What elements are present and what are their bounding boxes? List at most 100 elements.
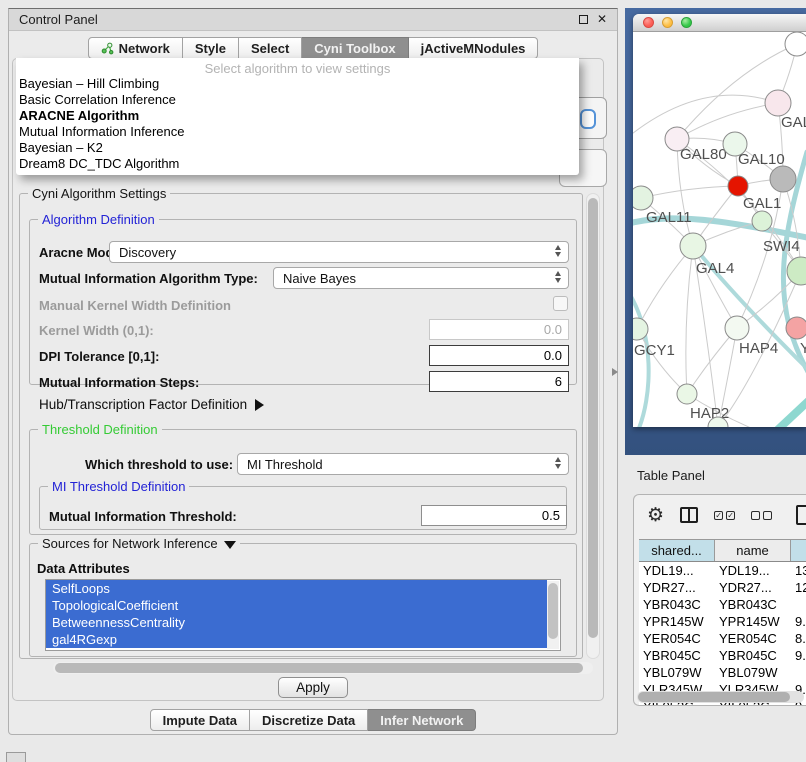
network-edge	[641, 186, 738, 198]
network-node-swi4[interactable]	[752, 211, 772, 231]
table-row[interactable]: YDR27...YDR27...12	[639, 579, 806, 596]
algorithm-option-aracne-algorithm[interactable]: ARACNE Algorithm	[16, 108, 579, 124]
control-panel-title: Control Panel	[19, 12, 98, 27]
tab-style[interactable]: Style	[183, 37, 239, 59]
attribute-item-selfloops[interactable]: SelfLoops	[46, 580, 547, 597]
mi-steps-input[interactable]	[429, 371, 569, 392]
table-cell: YER054C	[715, 630, 791, 647]
attributes-scrollbar[interactable]	[547, 581, 559, 649]
bottom-tab-impute-data[interactable]: Impute Data	[150, 709, 250, 731]
deselect-all-icon[interactable]	[751, 511, 772, 520]
network-node-gal11[interactable]	[633, 186, 653, 210]
close-panel-icon[interactable]: ✕	[597, 13, 607, 25]
attribute-item-betweennesscentrality[interactable]: BetweennessCentrality	[46, 614, 547, 631]
select-all-icon[interactable]: ✓✓	[714, 511, 735, 520]
table-horizontal-scrollbar[interactable]	[637, 691, 804, 703]
network-node-gal1[interactable]	[728, 176, 748, 196]
tab-label: Cyni Toolbox	[314, 41, 395, 56]
desktop: Control Panel ✕ Network Style Select Cyni T…	[0, 0, 806, 762]
attribute-item-topologicalcoefficient[interactable]: TopologicalCoefficient	[46, 597, 547, 614]
mi-threshold-group-title: MI Threshold Definition	[48, 479, 189, 494]
tab-cyni-toolbox[interactable]: Cyni Toolbox	[302, 37, 408, 59]
table-row[interactable]: YDL19...YDL19...13	[639, 562, 806, 579]
algorithm-option-dream8-dc-tdc-algorithm[interactable]: Dream8 DC_TDC Algorithm	[16, 156, 579, 172]
zoom-traffic-light-icon[interactable]	[681, 17, 692, 28]
manual-kernel-checkbox[interactable]	[553, 296, 568, 311]
network-edge	[771, 392, 806, 427]
network-node[interactable]	[785, 32, 806, 56]
table-row[interactable]: YPR145WYPR145W9.	[639, 613, 806, 630]
column-header-name[interactable]: name	[715, 540, 791, 561]
column-header-shared-[interactable]: shared...	[639, 540, 715, 561]
tab-label: Style	[195, 41, 226, 56]
table-horizontal-thumb[interactable]	[638, 692, 790, 702]
columns-icon[interactable]	[680, 507, 698, 523]
hub-definition-label: Hub/Transcription Factor Definition	[39, 397, 247, 412]
algorithm-option-basic-correlation-inference[interactable]: Basic Correlation Inference	[16, 92, 579, 108]
table-cell: YBL079W	[715, 664, 791, 681]
data-attributes-list[interactable]: SelfLoopsTopologicalCoefficientBetweenne…	[45, 579, 561, 651]
bottom-tab-discretize-data[interactable]: Discretize Data	[250, 709, 368, 731]
tab-jactivemnodules[interactable]: jActiveMNodules	[409, 37, 539, 59]
tab-label: Network	[119, 41, 170, 56]
table-panel-title: Table Panel	[625, 462, 806, 488]
kernel-width-label: Kernel Width (0,1):	[39, 323, 154, 338]
network-node-label: GAL11	[646, 209, 692, 226]
network-view-panel: GALGAL80GAL10GAL1GAL11SWI4GAL4HAP4YGCY1H…	[625, 8, 806, 455]
network-node-label: SWI4	[763, 238, 800, 255]
mi-threshold-label: Mutual Information Threshold:	[49, 509, 237, 524]
bottom-tab-infer-network[interactable]: Infer Network	[368, 709, 476, 731]
table-row[interactable]: YER054CYER054C8.	[639, 630, 806, 647]
document-icon[interactable]	[796, 505, 806, 525]
network-node-hap4[interactable]	[725, 316, 749, 340]
algorithm-option-bayesian-hill-climbing[interactable]: Bayesian – Hill Climbing	[16, 76, 579, 92]
gear-icon[interactable]: ⚙	[647, 506, 664, 525]
bottom-left-widget[interactable]	[6, 752, 26, 762]
aracne-mode-combobox[interactable]: Discovery	[109, 241, 569, 263]
mi-type-combobox[interactable]: Naive Bayes	[273, 267, 569, 289]
network-node[interactable]	[787, 257, 806, 285]
which-threshold-combobox[interactable]: MI Threshold	[237, 453, 569, 475]
network-node-gal[interactable]	[765, 90, 791, 116]
table-panel: Table Panel ⚙ ✓✓ shared...nameA YDL19...…	[625, 462, 806, 762]
mi-threshold-input[interactable]	[421, 505, 567, 526]
table-row[interactable]: YBL079WYBL079W	[639, 664, 806, 681]
control-panel-window: Control Panel ✕ Network Style Select Cyni T…	[8, 8, 618, 735]
settings-horizontal-scrollbar[interactable]	[53, 662, 593, 674]
dpi-tolerance-input[interactable]	[429, 345, 569, 366]
hub-definition-expander[interactable]: Hub/Transcription Factor Definition	[39, 397, 264, 412]
network-node-gal4[interactable]	[680, 233, 706, 259]
column-header-a[interactable]: A	[791, 540, 806, 561]
network-canvas[interactable]: GALGAL80GAL10GAL1GAL11SWI4GAL4HAP4YGCY1H…	[633, 32, 806, 427]
tab-select[interactable]: Select	[239, 37, 302, 59]
table-row[interactable]: YBR045CYBR045C9.	[639, 647, 806, 664]
float-panel-icon[interactable]	[579, 15, 588, 24]
settings-group-title: Cyni Algorithm Settings	[28, 186, 170, 201]
network-node[interactable]	[770, 166, 796, 192]
combo-arrows-icon	[555, 245, 561, 257]
attribute-item-gal4rgexp[interactable]: gal4RGexp	[46, 631, 547, 648]
table-cell: YBR043C	[639, 596, 715, 613]
tab-network[interactable]: Network	[88, 37, 183, 59]
network-edge	[677, 103, 778, 139]
network-node-y[interactable]	[786, 317, 806, 339]
settings-vertical-scrollbar[interactable]	[586, 193, 600, 659]
network-node-hap2[interactable]	[677, 384, 697, 404]
panel-splitter-handle[interactable]	[612, 368, 618, 376]
apply-button[interactable]: Apply	[278, 677, 348, 698]
table-cell	[791, 664, 806, 681]
network-window[interactable]: GALGAL80GAL10GAL1GAL11SWI4GAL4HAP4YGCY1H…	[633, 14, 806, 427]
which-threshold-value: MI Threshold	[247, 457, 323, 472]
settings-horizontal-thumb[interactable]	[55, 663, 583, 673]
kernel-width-input[interactable]	[429, 319, 569, 340]
network-node-label: GAL4	[696, 260, 734, 277]
table-row[interactable]: YBR043CYBR043C	[639, 596, 806, 613]
close-traffic-light-icon[interactable]	[643, 17, 654, 28]
table-cell: YBR045C	[715, 647, 791, 664]
algorithm-option-mutual-information-inference[interactable]: Mutual Information Inference	[16, 124, 579, 140]
minimize-traffic-light-icon[interactable]	[662, 17, 673, 28]
settings-vertical-thumb[interactable]	[588, 198, 598, 638]
algorithm-option-bayesian-k2[interactable]: Bayesian – K2	[16, 140, 579, 156]
tab-label: Impute Data	[163, 713, 237, 728]
attributes-scrollbar-thumb[interactable]	[548, 583, 558, 639]
